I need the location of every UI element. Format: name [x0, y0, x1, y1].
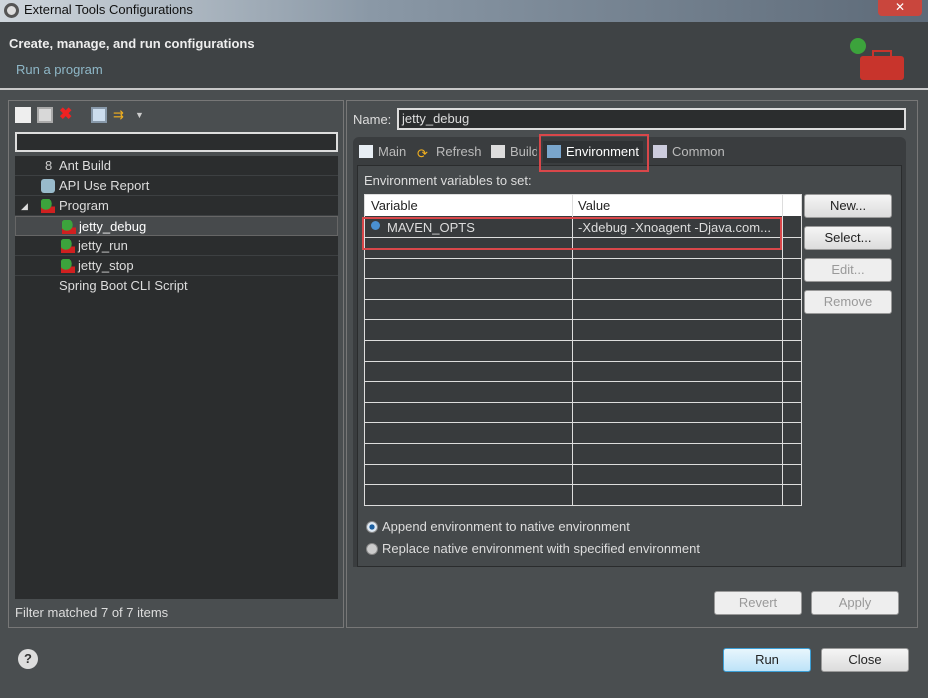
tree-item-jetty-run[interactable]: jetty_run [15, 236, 338, 256]
ant-icon: 8 [45, 158, 53, 173]
revert-button[interactable]: Revert [714, 591, 802, 615]
select-button[interactable]: Select... [804, 226, 892, 250]
dialog-header: Create, manage, and run configurations R… [0, 22, 928, 90]
delete-icon[interactable]: ✖ [59, 107, 75, 123]
config-editor-panel: Name: jetty_debug Main ⟳ Refresh Build En… [346, 100, 918, 628]
new-launch-config-icon[interactable] [15, 107, 31, 123]
tab-main[interactable]: Main [359, 141, 406, 163]
name-input[interactable]: jetty_debug [397, 108, 906, 130]
tree-item-api-use-report[interactable]: API Use Report [15, 176, 338, 196]
program-icon [61, 259, 75, 273]
tab-build[interactable]: Build [491, 141, 537, 163]
grid-line [365, 278, 801, 279]
header-title: Create, manage, and run configurations [9, 36, 255, 51]
tab-folder: Main ⟳ Refresh Build Environment Common E… [353, 137, 906, 567]
grid-line [365, 340, 801, 341]
filter-status: Filter matched 7 of 7 items [15, 605, 169, 620]
tree-item-spring-boot-cli-script[interactable]: Spring Boot CLI Script [15, 276, 338, 296]
expand-arrow-icon[interactable]: ◢ [21, 196, 28, 216]
replace-radio[interactable] [366, 543, 378, 555]
row-highlight-box [362, 217, 782, 250]
title-bar: External Tools Configurations ✕ [0, 0, 928, 22]
header-subtitle: Run a program [16, 62, 103, 77]
env-vars-label: Environment variables to set: [364, 173, 532, 188]
main-tab-icon [359, 145, 373, 158]
api-report-icon [41, 179, 55, 193]
grid-line [365, 361, 801, 362]
grid-line [365, 464, 801, 465]
config-list-panel: ✖ ⇉ ▼ 8 Ant Build API Use Report ◢ Program… [8, 100, 344, 628]
filter-icon[interactable]: ⇉ [113, 107, 129, 123]
window-title: External Tools Configurations [24, 2, 193, 17]
close-button[interactable]: Close [821, 648, 909, 672]
edit-button[interactable]: Edit... [804, 258, 892, 282]
refresh-icon: ⟳ [417, 146, 428, 161]
program-icon [61, 239, 75, 253]
grid-line [365, 402, 801, 403]
program-icon [62, 220, 76, 234]
grid-line [365, 484, 801, 485]
name-label: Name: [353, 112, 392, 127]
config-tree: 8 Ant Build API Use Report ◢ Program jetty… [15, 156, 338, 599]
eclipse-gear-icon [4, 3, 19, 18]
remove-button[interactable]: Remove [804, 290, 892, 314]
tree-item-ant-build[interactable]: 8 Ant Build [15, 156, 338, 176]
toolbox-icon [850, 38, 906, 83]
append-radio[interactable] [366, 521, 378, 533]
program-icon [41, 199, 55, 213]
filter-input[interactable] [15, 132, 338, 152]
append-radio-label[interactable]: Append environment to native environment [382, 519, 630, 534]
collapse-all-icon[interactable] [91, 107, 107, 123]
new-button[interactable]: New... [804, 194, 892, 218]
grid-line [365, 299, 801, 300]
common-icon [653, 145, 667, 158]
replace-radio-label[interactable]: Replace native environment with specifie… [382, 541, 700, 556]
filter-dropdown-icon[interactable]: ▼ [135, 107, 151, 123]
tree-item-jetty-debug[interactable]: jetty_debug [15, 216, 338, 236]
grid-line [365, 505, 802, 506]
help-icon[interactable]: ? [18, 649, 38, 669]
build-icon [491, 145, 505, 158]
column-header-value[interactable]: Value [578, 198, 610, 213]
grid-line [365, 319, 801, 320]
run-button[interactable]: Run [723, 648, 811, 672]
environment-tab-content: Environment variables to set: Variable V… [357, 165, 902, 567]
tree-item-jetty-stop[interactable]: jetty_stop [15, 256, 338, 276]
apply-button[interactable]: Apply [811, 591, 899, 615]
column-header-variable[interactable]: Variable [371, 198, 418, 213]
grid-line [365, 443, 801, 444]
duplicate-icon[interactable] [37, 107, 53, 123]
table-header: Variable Value [365, 195, 801, 216]
window-close-button[interactable]: ✕ [878, 0, 922, 16]
grid-line [365, 381, 801, 382]
tab-highlight-box [539, 134, 649, 172]
grid-line [365, 258, 801, 259]
tab-refresh[interactable]: ⟳ Refresh [417, 141, 482, 163]
tab-common[interactable]: Common [653, 141, 725, 163]
grid-line [365, 422, 801, 423]
tree-item-program[interactable]: ◢ Program [15, 196, 338, 216]
